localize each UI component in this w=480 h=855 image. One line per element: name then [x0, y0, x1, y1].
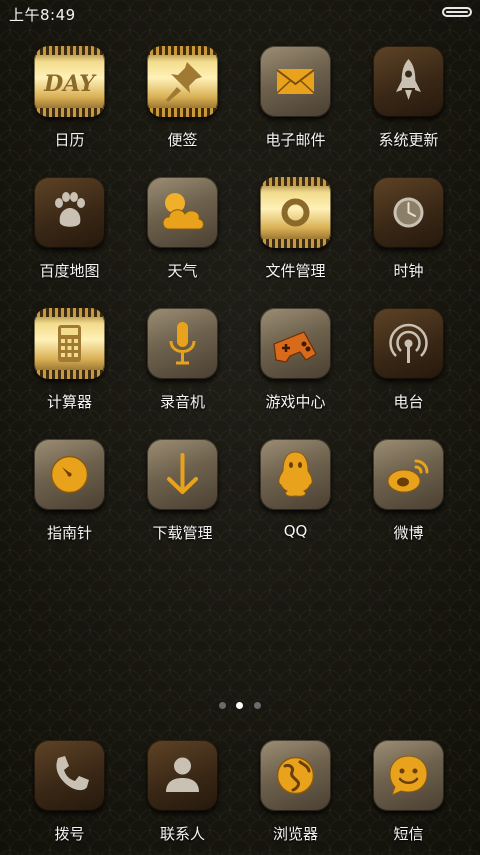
app-notes[interactable]: 便签 [126, 46, 239, 161]
weibo-icon [373, 439, 444, 510]
app-dialer[interactable]: 拨号 [13, 740, 126, 855]
app-radio[interactable]: 电台 [352, 308, 465, 423]
calendar-icon: DAY [34, 46, 105, 117]
app-system-update[interactable]: 系统更新 [352, 46, 465, 161]
app-weibo[interactable]: 微博 [352, 439, 465, 554]
page-dot[interactable] [254, 702, 261, 709]
app-browser[interactable]: 浏览器 [239, 740, 352, 855]
gamepad-icon [260, 308, 331, 379]
smiley-message-icon [373, 740, 444, 811]
calculator-icon [34, 308, 105, 379]
page-dot-active[interactable] [236, 702, 243, 709]
cloud-sun-icon [147, 177, 218, 248]
clock-icon [373, 177, 444, 248]
download-arrow-icon [147, 439, 218, 510]
compass-icon [34, 439, 105, 510]
app-compass[interactable]: 指南针 [13, 439, 126, 554]
dock: 拨号 联系人 浏览器 短信 [0, 740, 480, 853]
status-time: 上午8:49 [9, 6, 76, 24]
app-contacts[interactable]: 联系人 [126, 740, 239, 855]
ring-icon [260, 177, 331, 248]
app-file-manager[interactable]: 文件管理 [239, 177, 352, 292]
envelope-icon [260, 46, 331, 117]
app-label: 计算器 [46, 393, 92, 411]
app-clock[interactable]: 时钟 [352, 177, 465, 292]
rocket-icon [373, 46, 444, 117]
app-label: 时钟 [393, 262, 424, 280]
phone-icon [34, 740, 105, 811]
status-bar: 上午8:49 [0, 0, 480, 26]
app-label: 天气 [167, 262, 198, 280]
app-label: 下载管理 [152, 524, 213, 542]
app-label: 短信 [393, 825, 424, 843]
app-label: 便签 [167, 131, 198, 149]
app-label: 日历 [54, 131, 85, 149]
app-calendar[interactable]: DAY 日历 [13, 46, 126, 161]
microphone-icon [147, 308, 218, 379]
contact-icon [147, 740, 218, 811]
app-game-center[interactable]: 游戏中心 [239, 308, 352, 423]
app-label: 微博 [393, 524, 424, 542]
app-label: 拨号 [54, 825, 85, 843]
app-weather[interactable]: 天气 [126, 177, 239, 292]
page-dot[interactable] [219, 702, 226, 709]
paw-icon [34, 177, 105, 248]
globe-icon [260, 740, 331, 811]
app-label: 联系人 [159, 825, 205, 843]
app-download-manager[interactable]: 下载管理 [126, 439, 239, 554]
app-email[interactable]: 电子邮件 [239, 46, 352, 161]
app-label: 电台 [393, 393, 424, 411]
app-label: 指南针 [46, 524, 92, 542]
app-qq[interactable]: QQ [239, 439, 352, 554]
app-calculator[interactable]: 计算器 [13, 308, 126, 423]
battery-icon [442, 7, 472, 17]
app-label: 游戏中心 [265, 393, 326, 411]
radio-tower-icon [373, 308, 444, 379]
app-messages[interactable]: 短信 [352, 740, 465, 855]
page-indicator[interactable] [0, 702, 480, 712]
app-recorder[interactable]: 录音机 [126, 308, 239, 423]
app-label: QQ [283, 522, 308, 540]
app-label: 浏览器 [272, 825, 318, 843]
app-label: 文件管理 [265, 262, 326, 280]
penguin-icon [260, 439, 331, 510]
app-label: 系统更新 [378, 131, 439, 149]
svg-text:DAY: DAY [43, 71, 97, 97]
app-baidu-map[interactable]: 百度地图 [13, 177, 126, 292]
app-label: 录音机 [159, 393, 205, 411]
pushpin-icon [147, 46, 218, 117]
app-label: 电子邮件 [265, 131, 326, 149]
app-label: 百度地图 [39, 262, 100, 280]
